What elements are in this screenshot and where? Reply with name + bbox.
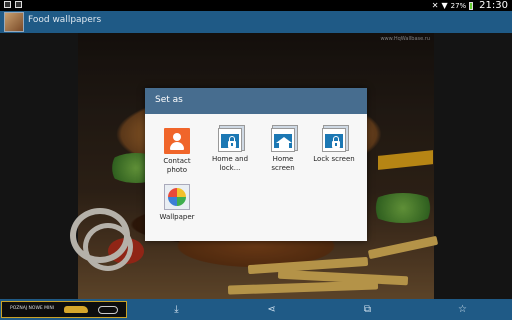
dialog-title: Set as xyxy=(155,95,183,105)
action-bar: Food wallpapers xyxy=(0,11,512,33)
option-label: Contact photo xyxy=(163,157,191,174)
set-as-options: Contact photo Home and lock... Home scre… xyxy=(145,114,367,241)
ad-text: POZNAJ NOWE MINI xyxy=(10,306,55,311)
app-icon[interactable] xyxy=(4,12,24,32)
option-label: Home screen xyxy=(271,155,295,172)
option-home-and-lock[interactable]: Home and lock... xyxy=(204,128,256,173)
home-screen-icon xyxy=(271,128,295,152)
option-lock-screen[interactable]: Lock screen xyxy=(308,128,360,164)
option-label: Lock screen xyxy=(313,155,355,163)
option-label: Wallpaper xyxy=(159,213,195,221)
wifi-icon: ▼ xyxy=(441,1,448,10)
crop-icon[interactable]: ⧉ xyxy=(362,304,373,315)
set-as-dialog: Set as Contact photo Home and lock... Ho… xyxy=(145,88,367,241)
mini-logo-icon xyxy=(98,306,118,314)
gallery-icon xyxy=(4,1,11,8)
home-lock-screen-icon xyxy=(218,128,242,152)
option-home-screen[interactable]: Home screen xyxy=(257,128,309,173)
option-wallpaper[interactable]: Wallpaper xyxy=(151,184,203,222)
option-label: Home and lock... xyxy=(211,155,249,172)
clock: 21:30 xyxy=(479,0,508,11)
app-title: Food wallpapers xyxy=(28,15,102,25)
battery-percent: 27% xyxy=(450,1,467,10)
bottom-bar: POZNAJ NOWE MINI ⤓ ⋖ ⧉ ☆ xyxy=(0,299,512,320)
contact-icon xyxy=(164,128,190,154)
status-bar: ✕ ▼ 27% 21:30 xyxy=(0,0,512,11)
image-icon xyxy=(15,1,22,8)
dialog-header: Set as xyxy=(145,88,367,114)
download-icon[interactable]: ⤓ xyxy=(171,304,182,315)
lock-screen-icon xyxy=(322,128,346,152)
wallpaper-pinwheel-icon xyxy=(164,184,190,210)
option-contact-photo[interactable]: Contact photo xyxy=(151,128,203,175)
favorite-star-icon[interactable]: ☆ xyxy=(457,304,468,315)
battery-icon xyxy=(469,1,474,10)
ad-banner[interactable]: POZNAJ NOWE MINI xyxy=(1,301,127,318)
mute-icon: ✕ xyxy=(431,1,439,10)
car-icon xyxy=(64,306,88,313)
share-icon[interactable]: ⋖ xyxy=(266,304,277,315)
